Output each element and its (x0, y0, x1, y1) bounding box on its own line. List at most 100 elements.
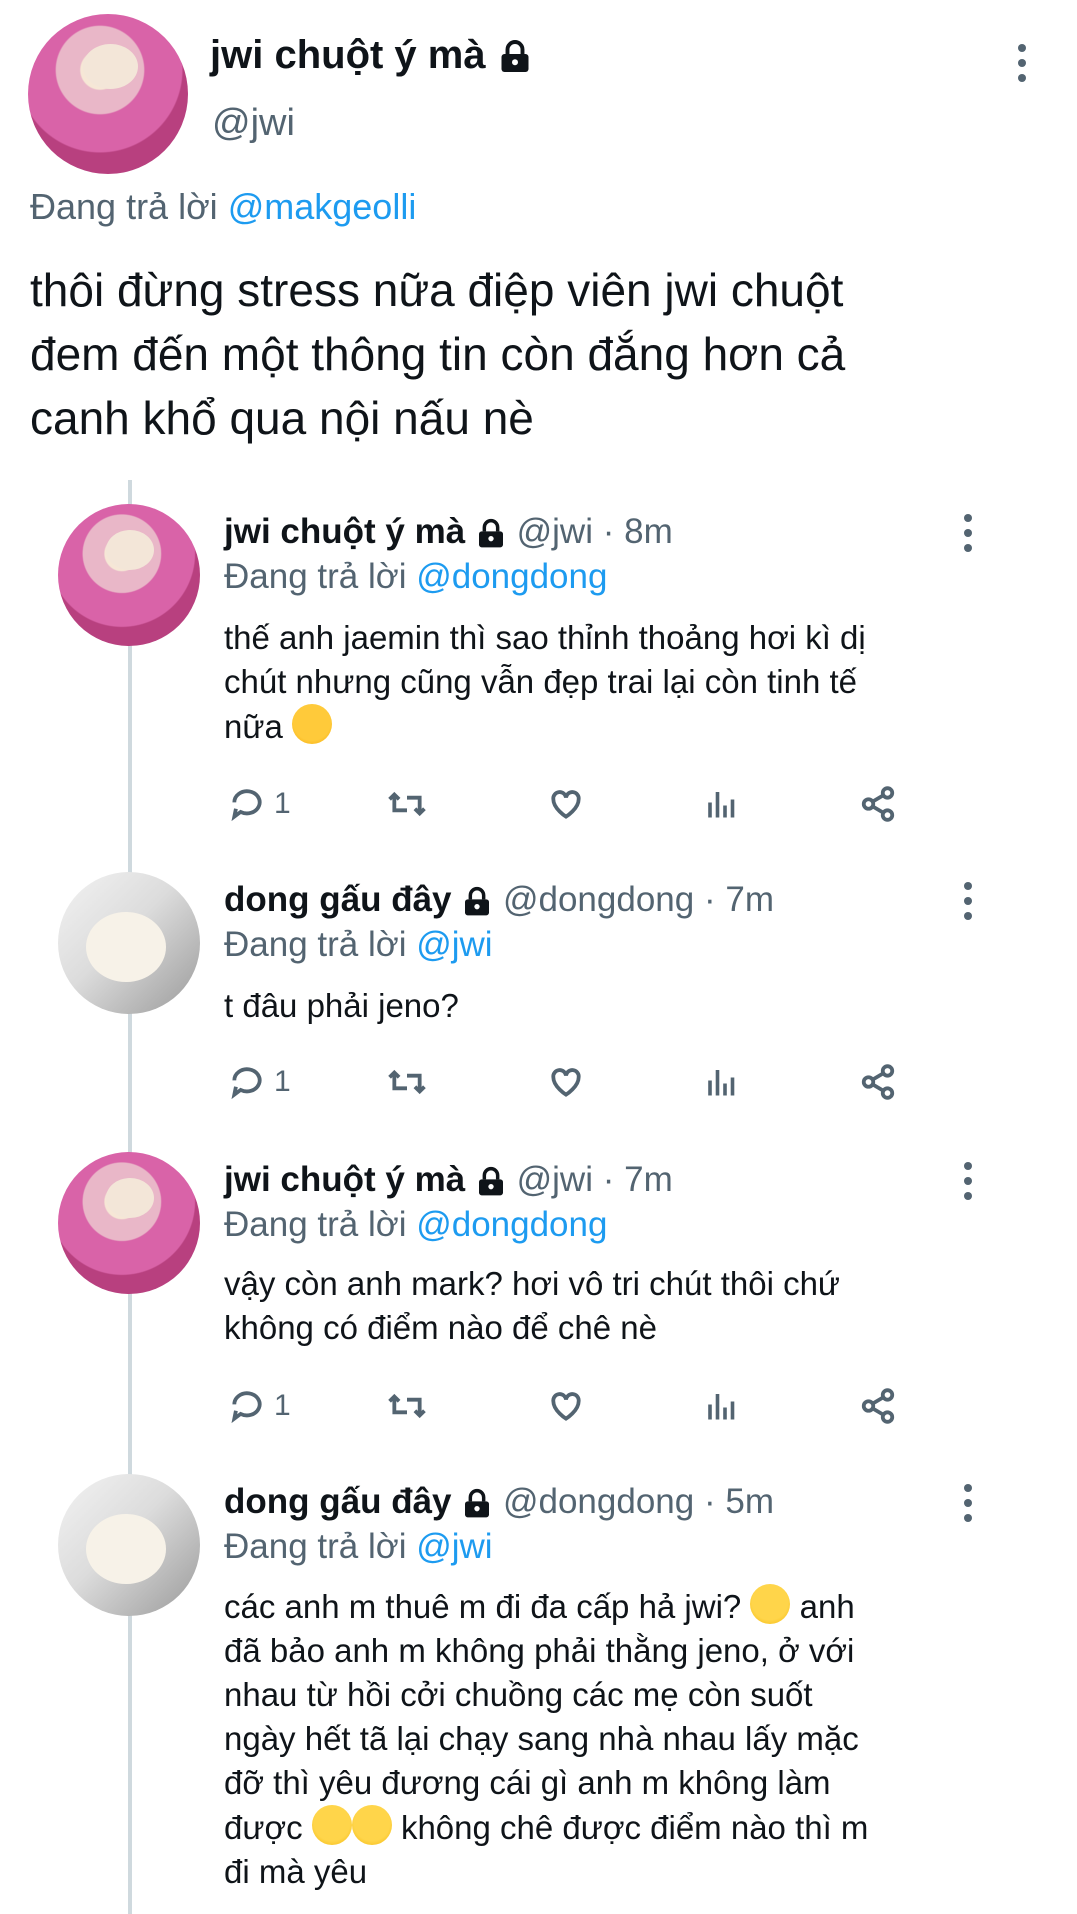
reply-header: dong gấu đây @dongdong · 5m (224, 1478, 774, 1526)
replying-to-link[interactable]: @dongdong (416, 1205, 607, 1244)
author-name[interactable]: dong gấu đây (224, 880, 452, 919)
reply-text-line: thế anh jaemin thì sao thỉnh thoảng hơi … (224, 619, 866, 656)
reply-text-fragment: không chê được điểm nào thì m (400, 1809, 869, 1846)
author-name-row[interactable]: jwi chuột ý mà (210, 30, 533, 80)
like-button[interactable] (546, 784, 586, 824)
retweet-button[interactable] (386, 1062, 428, 1102)
avatar[interactable] (58, 504, 200, 646)
author-handle[interactable]: @jwi (517, 1160, 593, 1199)
reply-icon (231, 1067, 262, 1100)
bear-figure (86, 912, 166, 982)
timestamp[interactable]: 7m (624, 1160, 673, 1199)
avatar[interactable] (58, 872, 200, 1014)
reply-text-fragment: được (224, 1809, 303, 1846)
lock-icon (465, 1488, 490, 1518)
reply-text-line: không có điểm nào để chê nè (224, 1309, 657, 1346)
replying-to-line: Đang trả lời @jwi (224, 921, 493, 969)
replying-to-line: Đang trả lời @makgeolli (30, 182, 416, 232)
replying-to-link[interactable]: @makgeolli (228, 186, 417, 227)
reply-text-line: đi mà yêu (224, 1853, 368, 1890)
views-button[interactable] (704, 784, 740, 824)
reply-text: vậy còn anh mark? hơi vô tri chút thôi c… (224, 1262, 840, 1350)
replying-prefix: Đang trả lời (224, 925, 407, 964)
retweet-icon (388, 1393, 426, 1419)
replying-prefix: Đang trả lời (30, 186, 218, 227)
share-button[interactable] (858, 1386, 898, 1426)
retweet-button[interactable] (386, 784, 428, 824)
like-button[interactable] (546, 1386, 586, 1426)
reply-text-line: ngày hết tã lại chạy sang nhà nhau lấy m… (224, 1720, 859, 1757)
views-icon (708, 792, 735, 818)
author-handle[interactable]: @jwi (212, 100, 295, 146)
reply-count: 1 (274, 1389, 291, 1422)
hamster-figure (83, 44, 138, 89)
lock-icon (478, 1166, 503, 1196)
views-button[interactable] (704, 1062, 740, 1102)
timestamp[interactable]: 5m (725, 1482, 774, 1521)
replying-to-line: Đang trả lời @dongdong (224, 553, 607, 601)
heart-icon (551, 1392, 581, 1421)
more-vertical-icon[interactable] (1016, 44, 1028, 89)
heart-icon (551, 1068, 581, 1097)
face-with-rolling-eyes-icon (351, 1805, 392, 1845)
dot-separator: · (703, 880, 716, 919)
more-vertical-icon[interactable] (962, 882, 974, 927)
reply-text-fragment: anh (799, 1588, 855, 1625)
replying-prefix: Đang trả lời (224, 1527, 407, 1566)
views-button[interactable] (704, 1386, 740, 1426)
tweet-actions: 1 (228, 784, 928, 824)
reply-text-line: nữa (224, 704, 866, 749)
views-icon (708, 1070, 735, 1096)
author-name[interactable]: jwi chuột ý mà (224, 1160, 465, 1199)
timestamp[interactable]: 8m (624, 512, 673, 551)
hamster-figure (106, 530, 154, 570)
avatar[interactable] (58, 1474, 200, 1616)
tweet-text-line: canh khổ qua nội nấu nè (30, 392, 534, 444)
timestamp[interactable]: 7m (725, 880, 774, 919)
more-vertical-icon[interactable] (962, 514, 974, 559)
share-button[interactable] (858, 784, 898, 824)
replying-to-link[interactable]: @jwi (416, 1527, 492, 1566)
replying-to-link[interactable]: @dongdong (416, 557, 607, 596)
reply-text-line: đỡ thì yêu đương cái gì anh m không làm (224, 1764, 831, 1801)
retweet-button[interactable] (386, 1386, 428, 1426)
reply-icon (231, 1391, 262, 1424)
tweet-text-line: đem đến một thông tin còn đắng hơn cả (30, 328, 846, 380)
more-vertical-icon[interactable] (962, 1162, 974, 1207)
tweet-text: thôi đừng stress nữa điệp viên jwi chuột… (30, 258, 845, 450)
heart-icon (551, 790, 581, 819)
reply-text-line: vậy còn anh mark? hơi vô tri chút thôi c… (224, 1265, 841, 1302)
face-with-rolling-eyes-icon (750, 1584, 791, 1624)
reply-text: các anh m thuê m đi đa cấp hả jwi? anh đ… (224, 1584, 868, 1894)
reply-icon (231, 789, 262, 822)
reply-button[interactable]: 1 (228, 1062, 291, 1102)
author-handle[interactable]: @dongdong (503, 1482, 694, 1521)
reply-header: jwi chuột ý mà @jwi · 8m (224, 508, 673, 556)
lock-icon (465, 886, 490, 916)
dot-separator: · (602, 1160, 615, 1199)
reply-text-fragment: nữa (224, 708, 283, 745)
author-handle[interactable]: @jwi (517, 512, 593, 551)
reply-text-line: được không chê được điểm nào thì m (224, 1805, 868, 1850)
author-handle[interactable]: @dongdong (503, 880, 694, 919)
share-button[interactable] (858, 1062, 898, 1102)
like-button[interactable] (546, 1062, 586, 1102)
retweet-icon (388, 1069, 426, 1095)
retweet-icon (388, 791, 426, 817)
reply-text-line: chút nhưng cũng vẫn đẹp trai lại còn tin… (224, 663, 858, 700)
more-vertical-icon[interactable] (962, 1484, 974, 1529)
dot-separator: · (703, 1482, 716, 1521)
replying-to-link[interactable]: @jwi (416, 925, 492, 964)
reply-button[interactable]: 1 (228, 784, 291, 824)
share-icon (861, 1064, 895, 1100)
tweet-actions: 1 (228, 1062, 928, 1102)
lock-icon (478, 518, 503, 548)
author-name[interactable]: dong gấu đây (224, 1482, 452, 1521)
tweet-text-line: thôi đừng stress nữa điệp viên jwi chuột (30, 264, 844, 316)
reply-button[interactable]: 1 (228, 1386, 291, 1426)
avatar[interactable] (58, 1152, 200, 1294)
reply-header: dong gấu đây @dongdong · 7m (224, 876, 774, 924)
smiling-face-with-hearts-icon (291, 704, 332, 744)
avatar[interactable] (28, 14, 188, 174)
author-name[interactable]: jwi chuột ý mà (224, 512, 465, 551)
